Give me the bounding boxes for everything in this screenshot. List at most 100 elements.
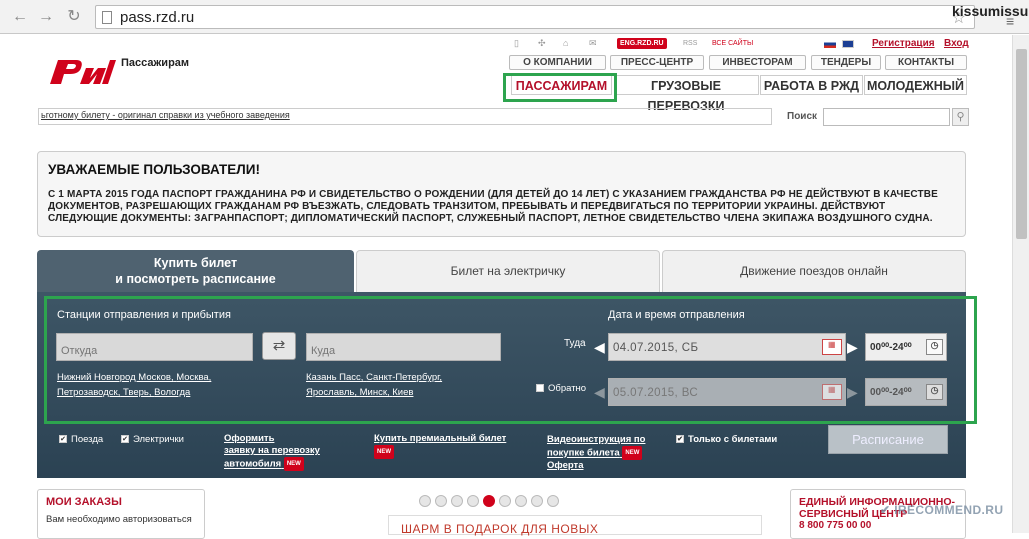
topmenu-contacts[interactable]: КОНТАКТЫ xyxy=(885,55,967,70)
mainmenu-youth[interactable]: МОЛОДЕЖНЫЙ xyxy=(864,75,967,95)
there-label: Туда xyxy=(564,338,586,349)
time-back-select[interactable]: 00⁰⁰-24⁰⁰ ◷ xyxy=(865,378,947,406)
next-return-date-icon[interactable]: ▶ xyxy=(847,384,858,401)
quick-link[interactable]: Минск, xyxy=(360,387,390,398)
quick-link[interactable]: Вологда xyxy=(154,387,190,398)
prev-date-icon[interactable]: ◀ xyxy=(594,339,605,356)
quick-link[interactable]: Нижний Новгород Москов, xyxy=(57,372,174,383)
quick-link[interactable]: Тверь, xyxy=(123,387,151,398)
quick-link[interactable]: Москва, xyxy=(176,372,211,383)
home-icon[interactable]: ⌂ xyxy=(563,38,568,48)
to-quick-links: Казань Пасс, Санкт-Петербург, Ярославль,… xyxy=(306,370,486,400)
rss-link[interactable]: RSS xyxy=(683,40,697,47)
address-bar[interactable]: pass.rzd.ru ☆ xyxy=(95,5,975,29)
checkbox-checked-icon: ✔ xyxy=(121,435,129,444)
mainmenu-career[interactable]: РАБОТА В РЖД xyxy=(760,75,863,95)
back-icon[interactable]: ← xyxy=(10,7,30,27)
scrollbar[interactable] xyxy=(1012,35,1029,533)
calendar-icon[interactable]: ▦ xyxy=(822,339,842,355)
login-link[interactable]: Вход xyxy=(944,38,969,49)
search-input[interactable] xyxy=(823,108,950,126)
only-tickets-checkbox[interactable]: ✔ Только с билетами xyxy=(676,434,777,445)
quick-link[interactable]: Казань Пасс, xyxy=(306,372,363,383)
offer-link[interactable]: Оферта xyxy=(547,460,645,472)
flag-ru-icon[interactable] xyxy=(824,40,836,48)
reload-icon[interactable]: ↻ xyxy=(64,7,84,27)
next-date-icon[interactable]: ▶ xyxy=(847,339,858,356)
page-icon xyxy=(102,11,112,24)
topmenu-tenders[interactable]: ТЕНДЕРЫ xyxy=(811,55,881,70)
premium-ticket-link[interactable]: Купить премиальный билет NEW xyxy=(374,433,506,459)
slider-dot[interactable] xyxy=(547,495,559,507)
topmenu-company[interactable]: О КОМПАНИИ xyxy=(509,55,606,70)
back-date-value: 05.07.2015, ВС xyxy=(613,387,699,399)
only-tickets-label: Только с билетами xyxy=(688,434,778,445)
slider-dot[interactable] xyxy=(531,495,543,507)
there-date-field[interactable]: 04.07.2015, СБ ▦ xyxy=(608,333,846,361)
mobile-icon[interactable]: ▯ xyxy=(514,38,519,49)
quick-link[interactable]: Ярославль, xyxy=(306,387,357,398)
to-station-input[interactable] xyxy=(306,333,501,361)
tab-online[interactable]: Движение поездов онлайн xyxy=(662,250,966,292)
calendar-icon[interactable]: ▦ xyxy=(822,384,842,400)
notice-title: УВАЖАЕМЫЕ ПОЛЬЗОВАТЕЛИ! xyxy=(48,162,260,177)
slider-dot[interactable] xyxy=(499,495,511,507)
time-there-select[interactable]: 00⁰⁰-24⁰⁰ ◷ xyxy=(865,333,947,361)
scrollbar-thumb[interactable] xyxy=(1016,49,1027,239)
topmenu-investors[interactable]: ИНВЕСТОРАМ xyxy=(709,55,806,70)
quick-link[interactable]: Киев xyxy=(392,387,413,398)
my-orders-box: МОИ ЗАКАЗЫ Вам необходимо авторизоваться xyxy=(37,489,205,539)
notice-text: С 1 МАРТА 2015 ГОДА ПАСПОРТ ГРАЖДАНИНА Р… xyxy=(48,189,938,224)
all-sites-link[interactable]: ВСЕ САЙТЫ xyxy=(712,40,753,47)
slider-dot[interactable] xyxy=(435,495,447,507)
eng-site-badge[interactable]: ENG.RZD.RU xyxy=(617,38,667,49)
slider-dot[interactable] xyxy=(451,495,463,507)
slider-dot[interactable] xyxy=(515,495,527,507)
video-guide-link[interactable]: Видеоинструкция по покупке билета NEW Оф… xyxy=(547,434,645,472)
video-line1: Видеоинструкция по xyxy=(547,434,646,445)
slider-dot[interactable] xyxy=(467,495,479,507)
clock-icon: ◷ xyxy=(926,339,943,355)
tab-commuter[interactable]: Билет на электричку xyxy=(356,250,660,292)
clock-icon: ◷ xyxy=(926,384,943,400)
forward-icon[interactable]: → xyxy=(36,7,56,27)
mainmenu-freight[interactable]: ГРУЗОВЫЕ ПЕРЕВОЗКИ xyxy=(614,75,759,113)
rzd-logo[interactable] xyxy=(46,54,118,86)
return-checkbox[interactable]: Обратно xyxy=(536,383,586,394)
time-there-value: 00⁰⁰-24⁰⁰ xyxy=(870,342,912,353)
slider-dot-active[interactable] xyxy=(483,495,495,507)
mail-icon[interactable]: ✉ xyxy=(589,38,597,49)
car-line1: Оформить xyxy=(224,433,275,444)
prev-return-date-icon[interactable]: ◀ xyxy=(594,384,605,401)
back-date-field[interactable]: 05.07.2015, ВС ▦ xyxy=(608,378,846,406)
car-line2: заявку на перевозку xyxy=(224,445,320,456)
register-link[interactable]: Регистрация xyxy=(872,38,935,49)
trains-checkbox[interactable]: ✔ Поезда xyxy=(59,434,103,445)
quick-link[interactable]: Санкт-Петербург, xyxy=(366,372,442,383)
url-text: pass.rzd.ru xyxy=(120,9,195,26)
notice-box: УВАЖАЕМЫЕ ПОЛЬЗОВАТЕЛИ! С 1 МАРТА 2015 Г… xyxy=(37,151,966,237)
topmenu-press[interactable]: ПРЕСС-ЦЕНТР xyxy=(610,55,704,70)
schedule-button[interactable]: Расписание xyxy=(828,425,948,454)
tab-buy-ticket[interactable]: Купить билет и посмотреть расписание xyxy=(37,250,354,292)
trains-label: Поезда xyxy=(71,434,104,445)
checkbox-icon xyxy=(536,384,544,393)
stations-label: Станции отправления и прибытия xyxy=(57,309,231,321)
search-icon[interactable]: ⚲ xyxy=(952,108,969,126)
checkbox-checked-icon: ✔ xyxy=(59,435,67,444)
promo-banner[interactable]: ШАРМ В ПОДАРОК ДЛЯ НОВЫХ xyxy=(388,515,762,536)
news-ticker[interactable]: ьготному билету - оригинал справки из уч… xyxy=(38,108,772,125)
highlight-box xyxy=(503,73,617,102)
browser-user[interactable]: kissumissu xyxy=(952,3,1028,19)
watermark: ✔ IRECOMMEND.RU xyxy=(880,503,1004,517)
from-station-input[interactable] xyxy=(56,333,253,361)
info-phone: 8 800 775 00 00 xyxy=(799,520,872,531)
slider-dot[interactable] xyxy=(419,495,431,507)
flag-uk-icon[interactable] xyxy=(842,40,854,48)
sitemap-icon[interactable]: ✣ xyxy=(538,38,546,49)
commuters-checkbox[interactable]: ✔ Электрички xyxy=(121,434,184,445)
car-transport-link[interactable]: Оформить заявку на перевозку автомобиля … xyxy=(224,433,320,471)
quick-link[interactable]: Петрозаводск, xyxy=(57,387,120,398)
swap-stations-button[interactable]: ⇄ xyxy=(262,332,296,360)
menu-icon[interactable]: ≡ xyxy=(1006,13,1014,29)
